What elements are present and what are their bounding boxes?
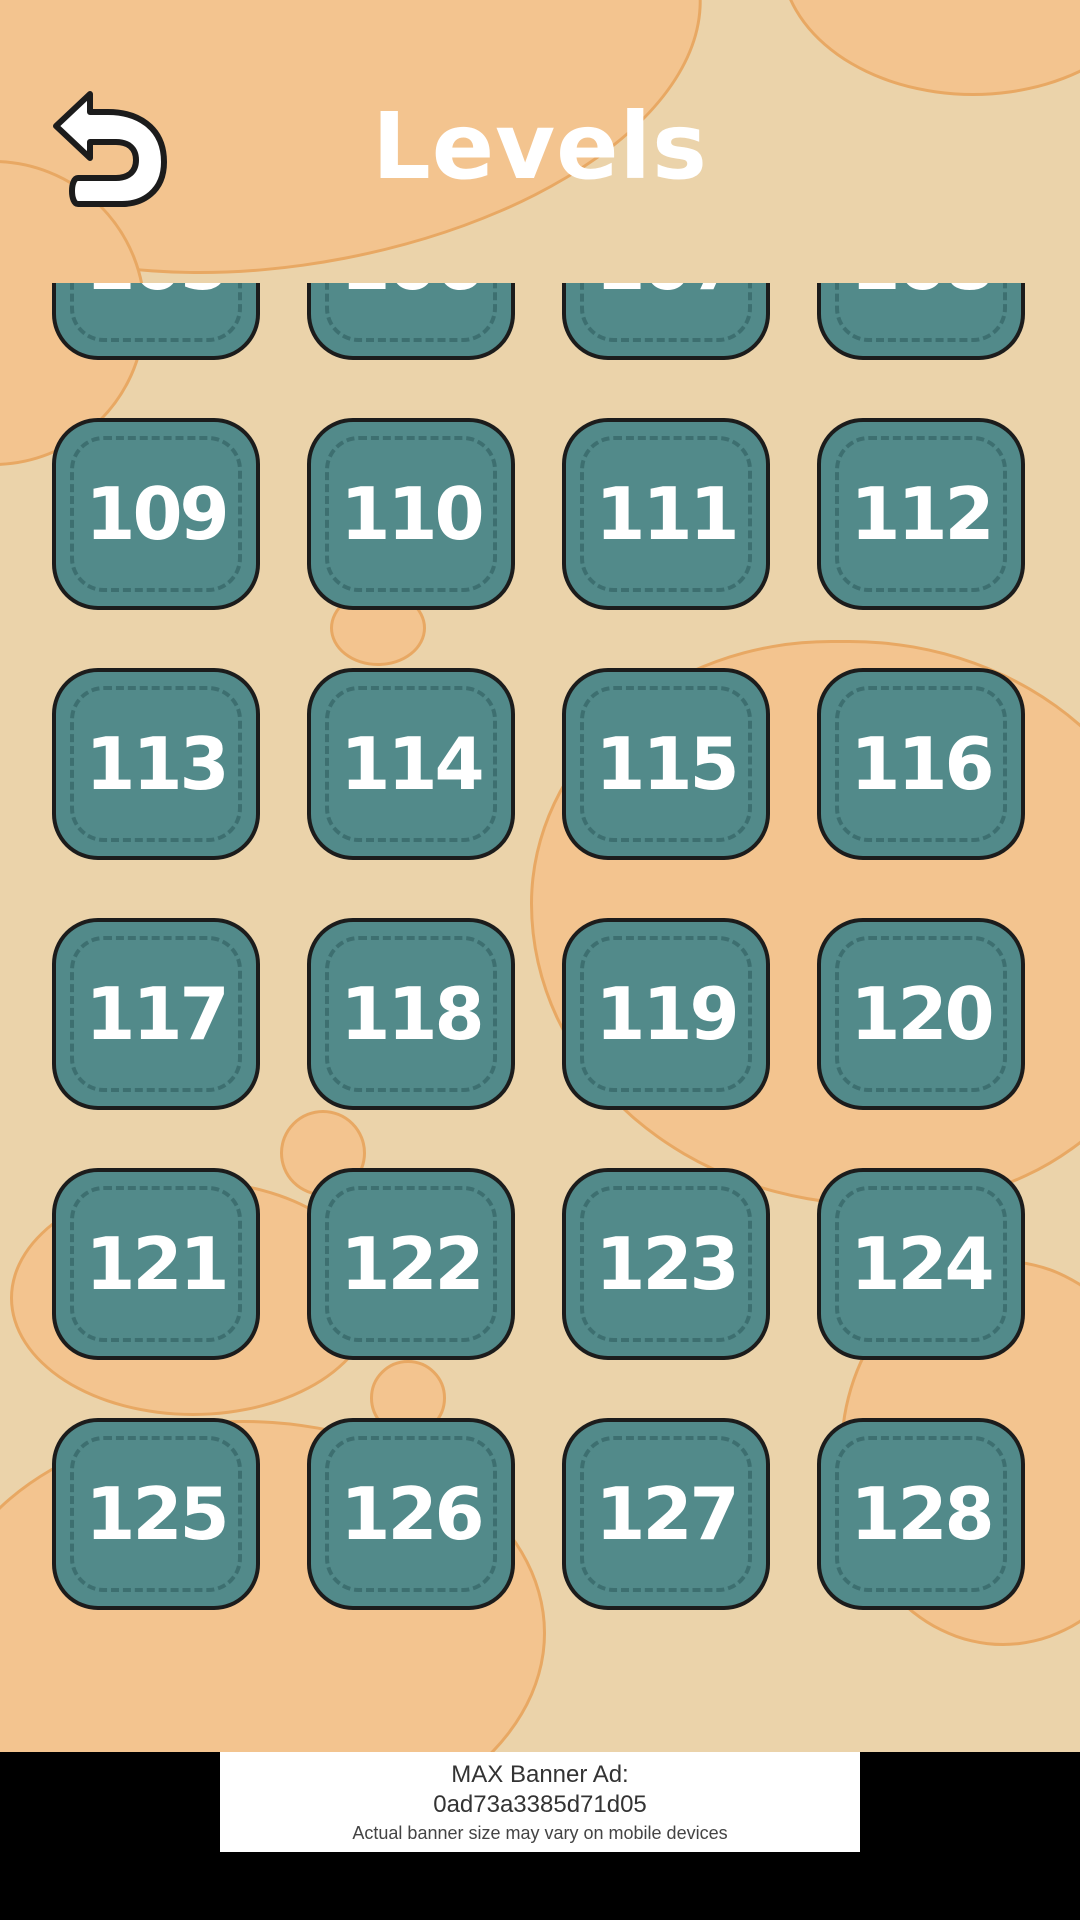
level-number: 113 bbox=[85, 722, 229, 806]
game-screen: Levels 105 106 107 108 109 110 111 112 1… bbox=[0, 0, 1080, 1752]
level-tile[interactable]: 121 bbox=[52, 1168, 260, 1360]
page-title: Levels bbox=[372, 93, 708, 200]
level-tile[interactable]: 109 bbox=[52, 418, 260, 610]
level-tile[interactable]: 122 bbox=[307, 1168, 515, 1360]
level-number: 118 bbox=[340, 972, 484, 1056]
level-tile[interactable]: 105 bbox=[52, 283, 260, 360]
level-tile[interactable]: 126 bbox=[307, 1418, 515, 1610]
level-grid: 105 106 107 108 109 110 111 112 113 114 … bbox=[52, 283, 1032, 1610]
level-tile[interactable]: 119 bbox=[562, 918, 770, 1110]
level-number: 122 bbox=[340, 1222, 484, 1306]
level-tile[interactable]: 111 bbox=[562, 418, 770, 610]
level-tile[interactable]: 127 bbox=[562, 1418, 770, 1610]
ad-banner[interactable]: MAX Banner Ad: 0ad73a3385d71d05 Actual b… bbox=[220, 1752, 860, 1852]
level-number: 128 bbox=[850, 1472, 994, 1556]
level-tile[interactable]: 107 bbox=[562, 283, 770, 360]
level-tile[interactable]: 117 bbox=[52, 918, 260, 1110]
level-tile[interactable]: 115 bbox=[562, 668, 770, 860]
level-number: 107 bbox=[566, 283, 766, 356]
level-number: 127 bbox=[595, 1472, 739, 1556]
level-tile[interactable]: 116 bbox=[817, 668, 1025, 860]
level-tile[interactable]: 112 bbox=[817, 418, 1025, 610]
level-number: 123 bbox=[595, 1222, 739, 1306]
level-number: 117 bbox=[85, 972, 229, 1056]
level-number: 105 bbox=[56, 283, 256, 356]
level-number: 109 bbox=[85, 472, 229, 556]
level-number: 119 bbox=[595, 972, 739, 1056]
ad-banner-note: Actual banner size may vary on mobile de… bbox=[352, 1823, 728, 1843]
level-tile[interactable]: 106 bbox=[307, 283, 515, 360]
level-tile[interactable]: 120 bbox=[817, 918, 1025, 1110]
level-grid-viewport[interactable]: 105 106 107 108 109 110 111 112 113 114 … bbox=[0, 283, 1080, 1752]
level-number: 111 bbox=[595, 472, 739, 556]
level-number: 116 bbox=[850, 722, 994, 806]
level-tile[interactable]: 125 bbox=[52, 1418, 260, 1610]
level-number: 108 bbox=[821, 283, 1021, 356]
level-tile[interactable]: 114 bbox=[307, 668, 515, 860]
level-tile[interactable]: 110 bbox=[307, 418, 515, 610]
level-tile[interactable]: 113 bbox=[52, 668, 260, 860]
level-number: 124 bbox=[850, 1222, 994, 1306]
level-number: 110 bbox=[340, 472, 484, 556]
level-tile[interactable]: 108 bbox=[817, 283, 1025, 360]
level-tile[interactable]: 123 bbox=[562, 1168, 770, 1360]
ad-banner-id: 0ad73a3385d71d05 bbox=[433, 1791, 647, 1818]
level-tile[interactable]: 118 bbox=[307, 918, 515, 1110]
ad-banner-title: MAX Banner Ad: bbox=[451, 1761, 629, 1788]
level-tile[interactable]: 128 bbox=[817, 1418, 1025, 1610]
level-number: 112 bbox=[850, 472, 994, 556]
level-number: 126 bbox=[340, 1472, 484, 1556]
level-number: 114 bbox=[340, 722, 484, 806]
level-number: 106 bbox=[311, 283, 511, 356]
level-tile[interactable]: 124 bbox=[817, 1168, 1025, 1360]
level-number: 115 bbox=[595, 722, 739, 806]
header: Levels bbox=[0, 0, 1080, 282]
level-number: 120 bbox=[850, 972, 994, 1056]
level-number: 121 bbox=[85, 1222, 229, 1306]
level-number: 125 bbox=[85, 1472, 229, 1556]
ad-banner-bar: MAX Banner Ad: 0ad73a3385d71d05 Actual b… bbox=[0, 1752, 1080, 1920]
